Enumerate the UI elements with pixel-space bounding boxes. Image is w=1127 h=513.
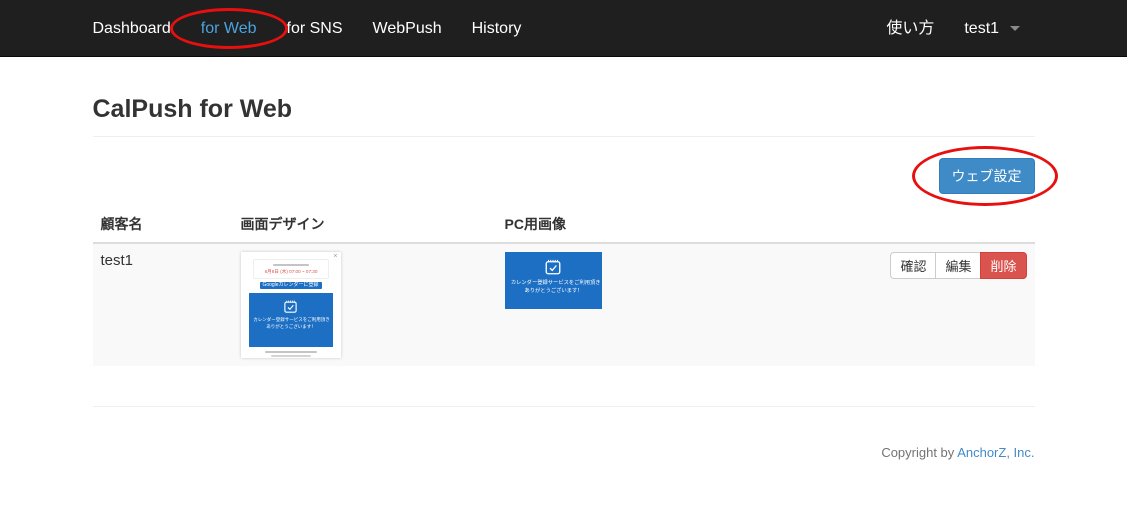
thumbnail-micro-text-line (265, 351, 317, 353)
caret-down-icon (1010, 26, 1020, 31)
cell-actions: 確認 編集 削除 (797, 243, 1035, 366)
customer-table: 顧客名 画面デザイン PC用画像 test1 × 6月8日 (木) 07:00 … (93, 206, 1035, 366)
header-pc-image: PC用画像 (497, 206, 797, 243)
row-action-button-group: 確認 編集 削除 (890, 252, 1026, 279)
footer-divider (93, 406, 1035, 407)
thumbnail-message-line1: カレンダー登録サービスをご利用頂き (253, 317, 329, 323)
close-icon: × (333, 253, 337, 260)
table-header-row: 顧客名 画面デザイン PC用画像 (93, 206, 1035, 243)
thumbnail-blue-panel: カレンダー登録サービスをご利用頂き ありがとうございます！ (249, 293, 333, 347)
navbar-container: Dashboard for Web for SNS WebPush Histor… (93, 0, 1035, 57)
nav-item-for-web[interactable]: for Web (186, 0, 272, 57)
nav-item-user-dropdown[interactable]: test1 (949, 0, 1034, 57)
nav-item-webpush[interactable]: WebPush (358, 0, 457, 57)
cell-screen-design: × 6月8日 (木) 07:00 ~ 07:30 Googleカレンダーに登録 (233, 243, 497, 366)
nav-item-dashboard[interactable]: Dashboard (93, 0, 186, 57)
nav-right: 使い方 test1 (886, 0, 1034, 57)
thumbnail-register-button: Googleカレンダーに登録 (260, 282, 322, 289)
thumbnail-message-line2: ありがとうございます！ (253, 324, 329, 330)
calendar-check-icon (283, 299, 298, 314)
nav-item-history[interactable]: History (457, 0, 537, 57)
thumbnail-message-line2: ありがとうございます！ (510, 287, 595, 294)
page-title: CalPush for Web (93, 95, 1035, 124)
cell-pc-image: カレンダー登録サービスをご利用頂き ありがとうございます！ (497, 243, 797, 366)
calendar-check-icon (544, 258, 562, 276)
header-actions (797, 206, 1035, 243)
table-row: test1 × 6月8日 (木) 07:00 ~ 07:30 Googleカレン… (93, 243, 1035, 366)
cell-customer-name: test1 (93, 243, 233, 366)
confirm-button[interactable]: 確認 (890, 252, 936, 279)
thumbnail-micro-text-line (271, 355, 311, 357)
main-content: CalPush for Web ウェブ設定 顧客名 画面デザイン PC用画像 t… (93, 95, 1035, 460)
thumbnail-micro-text-line (273, 264, 309, 266)
nav-item-for-web-label: for Web (201, 20, 257, 37)
toolbar: ウェブ設定 (93, 158, 1035, 192)
title-divider (93, 136, 1035, 137)
thumbnail-message-line1: カレンダー登録サービスをご利用頂き (510, 279, 595, 286)
footer: Copyright by AnchorZ, Inc. (93, 445, 1035, 460)
screen-design-thumbnail[interactable]: × 6月8日 (木) 07:00 ~ 07:30 Googleカレンダーに登録 (241, 252, 341, 358)
nav-item-for-sns[interactable]: for SNS (272, 0, 358, 57)
company-link[interactable]: AnchorZ, Inc. (957, 445, 1034, 460)
edit-button[interactable]: 編集 (935, 252, 981, 279)
pc-image-thumbnail[interactable]: カレンダー登録サービスをご利用頂き ありがとうございます！ (505, 252, 602, 309)
nav-left: Dashboard for Web for SNS WebPush Histor… (93, 0, 537, 57)
copyright-text: Copyright by (881, 445, 957, 460)
user-name-label: test1 (964, 20, 999, 37)
nav-item-usage[interactable]: 使い方 (886, 0, 949, 57)
navbar: Dashboard for Web for SNS WebPush Histor… (0, 0, 1127, 57)
web-settings-button[interactable]: ウェブ設定 (939, 158, 1035, 194)
thumbnail-date-text: 6月8日 (木) 07:00 ~ 07:30 (256, 268, 324, 274)
header-screen-design: 画面デザイン (233, 206, 497, 243)
thumbnail-date-card: 6月8日 (木) 07:00 ~ 07:30 (253, 259, 329, 279)
delete-button[interactable]: 削除 (980, 252, 1026, 279)
header-customer-name: 顧客名 (93, 206, 233, 243)
